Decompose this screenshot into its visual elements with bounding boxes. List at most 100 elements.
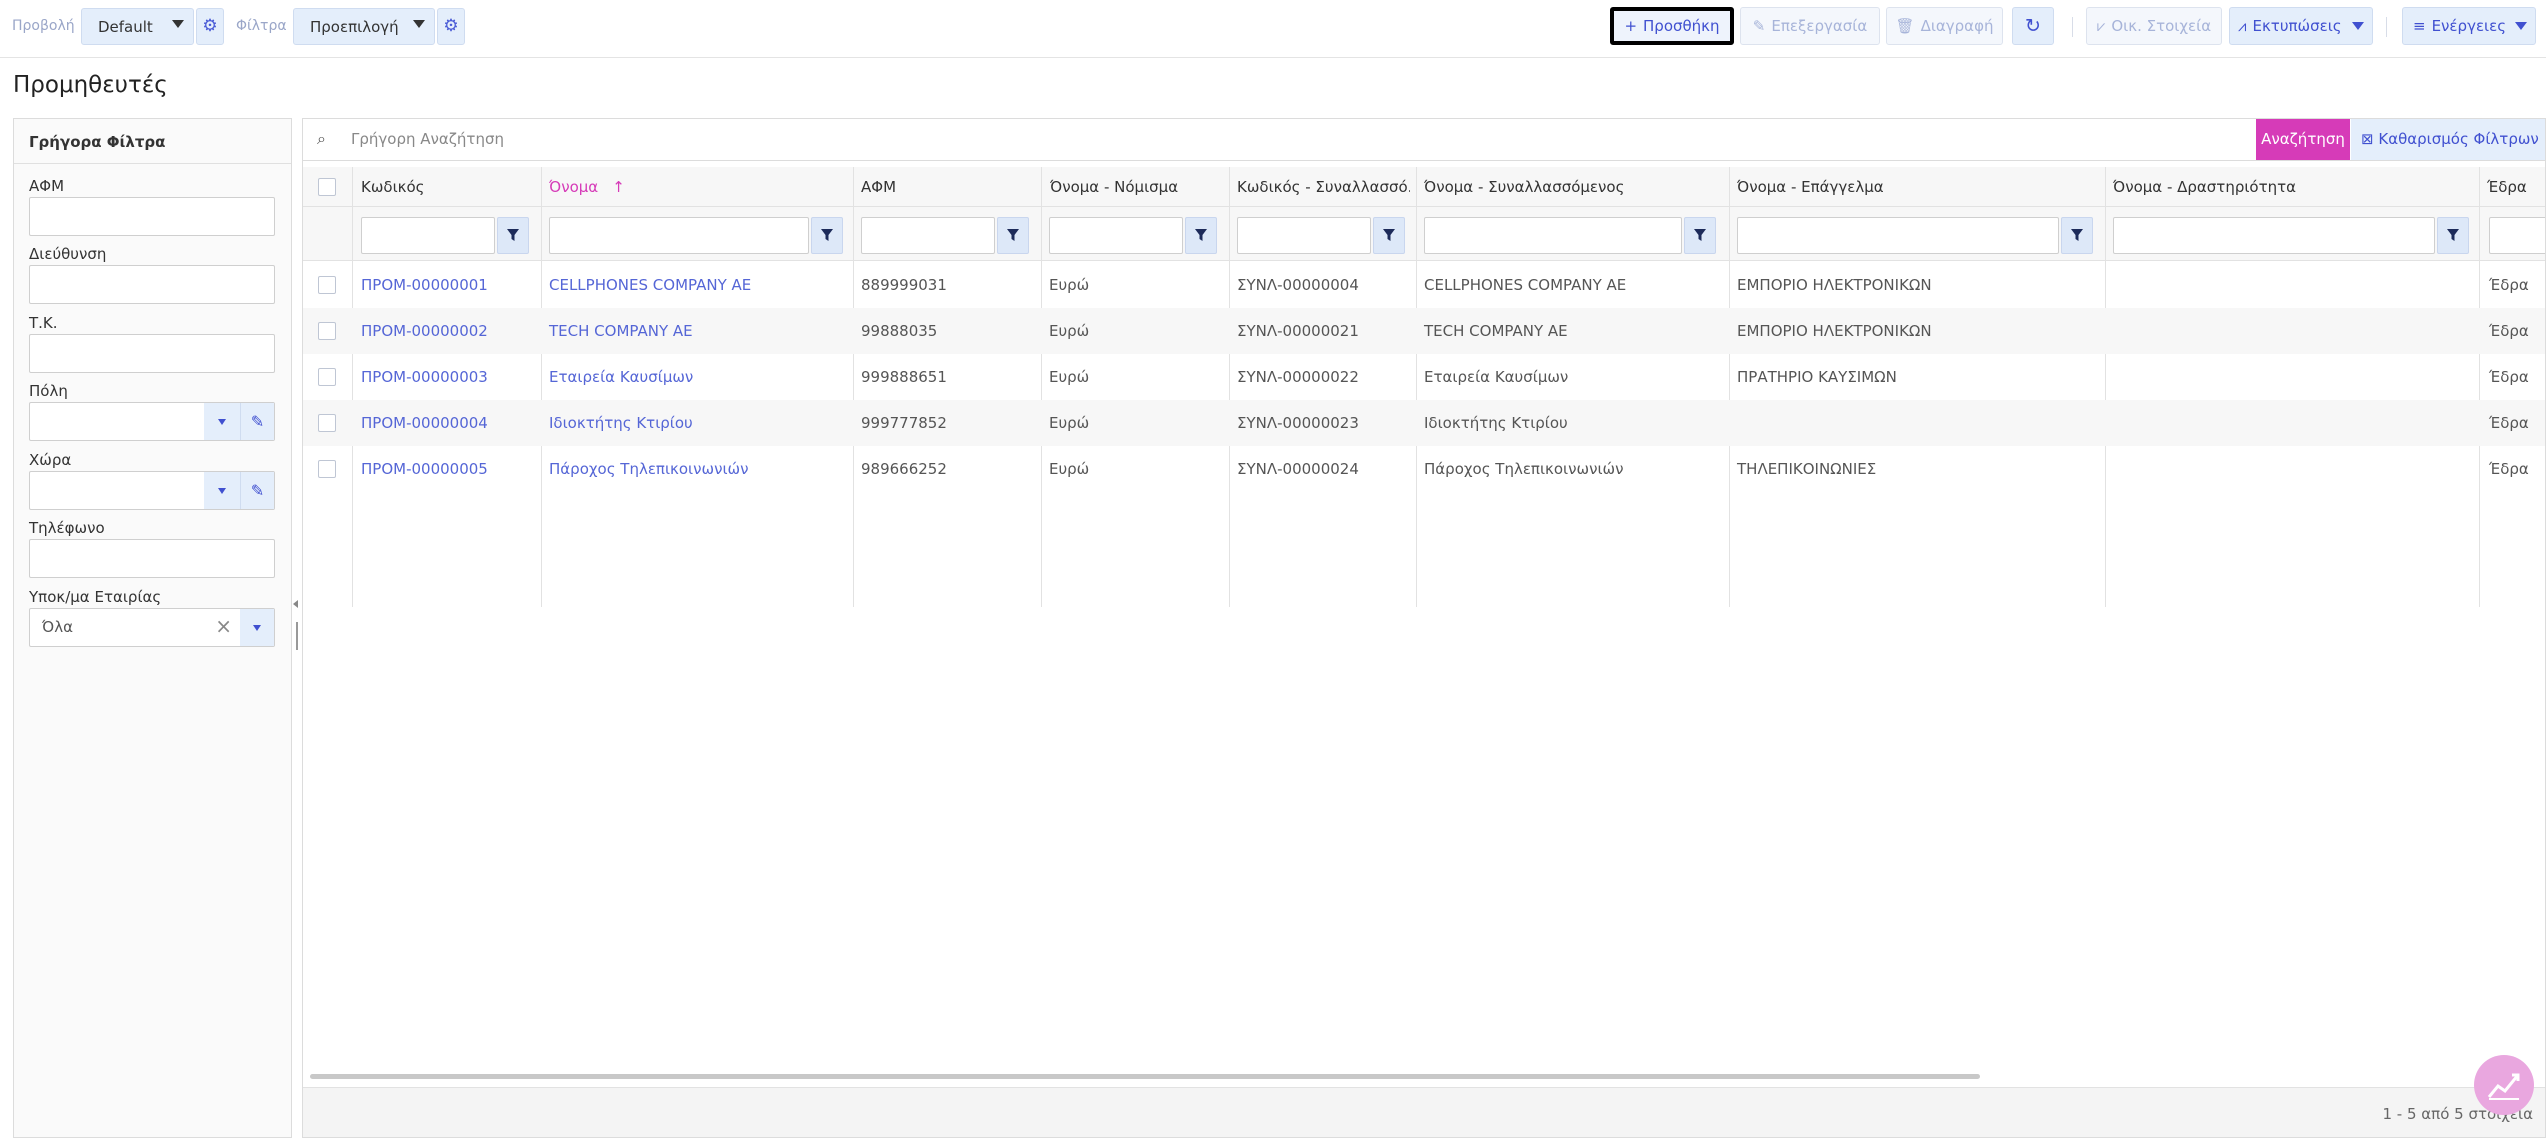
branch-column-filter-input[interactable] <box>2489 217 2545 254</box>
column-header-trader-name[interactable]: Όνομα - Συναλλασσόμενος <box>1424 178 1714 196</box>
afm-column-filter-input[interactable] <box>861 217 995 254</box>
view-select[interactable]: Default <box>81 8 194 45</box>
chevron-down-icon <box>2352 22 2364 30</box>
table-row[interactable]: ΠΡΟΜ-00000002 TECH COMPANY AE 99888035 Ε… <box>303 308 2545 354</box>
floating-chart-button[interactable] <box>2474 1055 2534 1115</box>
country-filter-combo[interactable]: ✎ <box>29 471 275 510</box>
trader-code-column-filter-input[interactable] <box>1237 217 1371 254</box>
grid-filter-row <box>303 207 2545 261</box>
suppliers-grid: ⌕ Γρήγορη Αναζήτηση Αναζήτηση ⊠ Καθαρισμ… <box>302 118 2546 1138</box>
table-row[interactable]: ΠΡΟΜ-00000005 Πάροχος Τηλεπικοινωνιών 98… <box>303 446 2545 492</box>
panel-collapse-handle[interactable] <box>293 600 301 654</box>
filters-select-value: Προεπιλογή <box>310 18 399 36</box>
fin-data-button-label: Οικ. Στοιχεία <box>2111 17 2212 35</box>
profession-column-filter-input[interactable] <box>1737 217 2059 254</box>
quick-search-input[interactable]: Γρήγορη Αναζήτηση <box>351 130 504 148</box>
column-header-name[interactable]: Όνομα ↑ <box>549 178 849 196</box>
supplier-name-link[interactable]: Πάροχος Τηλεπικοινωνιών <box>549 460 748 478</box>
table-row[interactable]: ΠΡΟΜ-00000001 CELLPHONES COMPANY AE 8899… <box>303 262 2545 308</box>
trader-name-column-filter-input[interactable] <box>1424 217 1682 254</box>
add-button[interactable]: + Προσθήκη <box>1610 7 1734 45</box>
search-button[interactable]: Αναζήτηση <box>2256 119 2350 160</box>
currency-column-filter-button[interactable] <box>1185 217 1217 254</box>
splitter-bar <box>296 622 298 650</box>
add-button-label: Προσθήκη <box>1643 17 1720 35</box>
supplier-code-link[interactable]: ΠΡΟΜ-00000001 <box>361 276 488 294</box>
filters-select[interactable]: Προεπιλογή <box>293 8 435 45</box>
select-all-checkbox[interactable] <box>318 178 336 196</box>
column-header-afm[interactable]: ΑΦΜ <box>861 178 1031 196</box>
row-checkbox[interactable] <box>318 322 336 340</box>
city-filter-combo[interactable]: ✎ <box>29 402 275 441</box>
close-icon[interactable]: × <box>215 614 232 638</box>
supplier-code-link[interactable]: ΠΡΟΜ-00000004 <box>361 414 488 432</box>
filter-icon <box>821 229 833 241</box>
city-filter-label: Πόλη <box>29 382 68 400</box>
supplier-code-link[interactable]: ΠΡΟΜ-00000003 <box>361 368 488 386</box>
quick-filters-panel: Γρήγορα Φίλτρα ΑΦΜ Διεύθυνση Τ.Κ. Πόλη ✎… <box>13 118 292 1138</box>
page-title: Προμηθευτές <box>13 72 168 98</box>
supplier-name-link[interactable]: Ιδιοκτήτης Κτιρίου <box>549 414 693 432</box>
supplier-code-link[interactable]: ΠΡΟΜ-00000005 <box>361 460 488 478</box>
supplier-name-link[interactable]: TECH COMPANY AE <box>549 322 693 340</box>
row-checkbox[interactable] <box>318 276 336 294</box>
prints-button[interactable]: ⩘ Εκτυπώσεις <box>2229 7 2373 45</box>
clear-filters-button[interactable]: ⊠ Καθαρισμός Φίλτρων <box>2351 119 2545 160</box>
branch-cell: Έδρα <box>2489 460 2529 478</box>
filters-settings-button[interactable]: ⚙ <box>437 8 465 45</box>
supplier-name-link[interactable]: Εταιρεία Καυσίμων <box>549 368 693 386</box>
name-column-filter-button[interactable] <box>811 217 843 254</box>
postcode-filter-input[interactable] <box>29 334 275 373</box>
address-filter-input[interactable] <box>29 265 275 304</box>
trader-name-cell: Πάροχος Τηλεπικοινωνιών <box>1424 460 1624 478</box>
table-row[interactable]: ΠΡΟΜ-00000003 Εταιρεία Καυσίμων 99988865… <box>303 354 2545 400</box>
chevron-down-icon[interactable] <box>204 472 240 509</box>
phone-filter-label: Τηλέφωνο <box>29 519 105 537</box>
code-column-filter-input[interactable] <box>361 217 495 254</box>
row-checkbox[interactable] <box>318 368 336 386</box>
column-header-trader-code[interactable]: Κωδικός - Συναλλασσό... <box>1237 178 1410 196</box>
country-filter-label: Χώρα <box>29 451 72 469</box>
column-header-currency[interactable]: Όνομα - Νόμισμα <box>1050 178 1220 196</box>
row-checkbox[interactable] <box>318 460 336 478</box>
column-header-branch[interactable]: Έδρα <box>2487 178 2545 196</box>
supplier-code-link[interactable]: ΠΡΟΜ-00000002 <box>361 322 488 340</box>
table-row[interactable]: ΠΡΟΜ-00000004 Ιδιοκτήτης Κτιρίου 9997778… <box>303 400 2545 446</box>
chevron-down-icon[interactable] <box>204 403 240 440</box>
trader-name-cell: Εταιρεία Καυσίμων <box>1424 368 1569 386</box>
filter-clear-icon: ⊠ <box>2361 130 2374 148</box>
column-header-code[interactable]: Κωδικός <box>361 178 531 196</box>
chevron-down-icon[interactable] <box>240 609 274 646</box>
view-settings-button[interactable]: ⚙ <box>196 8 224 45</box>
branch-filter-select[interactable]: Όλα × <box>29 608 275 647</box>
name-column-filter-input[interactable] <box>549 217 809 254</box>
column-header-activity[interactable]: Όνομα - Δραστηριότητα <box>2113 178 2463 196</box>
refresh-button[interactable]: ↻ <box>2012 7 2054 45</box>
actions-button[interactable]: ≡ Ενέργειες <box>2402 7 2536 45</box>
fin-data-button[interactable]: ⩗ Οικ. Στοιχεία <box>2086 7 2222 45</box>
pencil-icon[interactable]: ✎ <box>240 472 274 509</box>
activity-column-filter-input[interactable] <box>2113 217 2435 254</box>
prints-button-label: Εκτυπώσεις <box>2252 17 2342 35</box>
trader-code-cell: ΣΥΝΛ-00000023 <box>1237 414 1359 432</box>
clear-filters-label: Καθαρισμός Φίλτρων <box>2378 130 2539 148</box>
code-column-filter-button[interactable] <box>497 217 529 254</box>
toolbar-divider <box>2386 17 2387 37</box>
delete-button[interactable]: 🗑 Διαγραφή <box>1886 7 2003 45</box>
column-header-profession[interactable]: Όνομα - Επάγγελμα <box>1737 178 2087 196</box>
trader-name-column-filter-button[interactable] <box>1684 217 1716 254</box>
phone-filter-input[interactable] <box>29 539 275 578</box>
edit-button[interactable]: ✎ Επεξεργασία <box>1740 7 1880 45</box>
row-checkbox[interactable] <box>318 414 336 432</box>
afm-filter-input[interactable] <box>29 197 275 236</box>
horizontal-scrollbar[interactable] <box>310 1074 1980 1079</box>
afm-column-filter-button[interactable] <box>997 217 1029 254</box>
supplier-name-link[interactable]: CELLPHONES COMPANY AE <box>549 276 751 294</box>
profession-column-filter-button[interactable] <box>2061 217 2093 254</box>
filter-icon <box>2447 229 2459 241</box>
pencil-icon[interactable]: ✎ <box>240 403 274 440</box>
trader-code-column-filter-button[interactable] <box>1373 217 1405 254</box>
top-toolbar: Προβολή Default ⚙ Φίλτρα Προεπιλογή ⚙ + Π… <box>0 0 2546 58</box>
currency-column-filter-input[interactable] <box>1049 217 1183 254</box>
activity-column-filter-button[interactable] <box>2437 217 2469 254</box>
